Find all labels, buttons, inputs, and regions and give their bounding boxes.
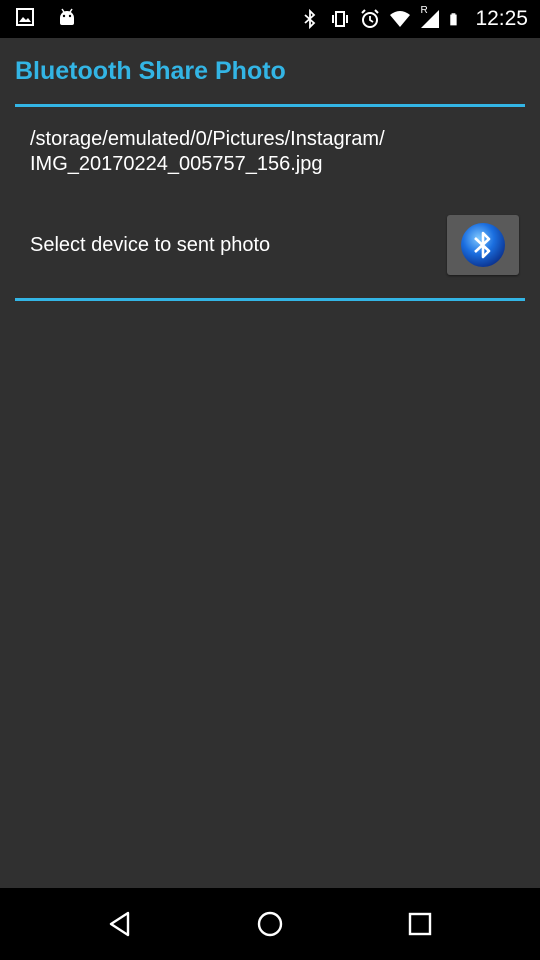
- android-notification-icon: [60, 8, 74, 25]
- alarm-icon: [361, 9, 380, 28]
- home-icon[interactable]: [254, 908, 286, 940]
- navigation-bar: [0, 888, 540, 960]
- bluetooth-icon: [461, 223, 505, 267]
- vibrate-icon: [332, 11, 349, 27]
- battery-icon: [450, 13, 458, 26]
- status-bar: R 12:25: [0, 0, 540, 38]
- select-device-label: Select device to sent photo: [30, 234, 271, 256]
- title-divider: [15, 104, 525, 107]
- signal-roaming-icon: R: [419, 5, 441, 30]
- back-icon[interactable]: [104, 908, 136, 940]
- image-notification-icon: [16, 8, 34, 26]
- clock: 12:25: [475, 7, 528, 30]
- bluetooth-select-button[interactable]: [447, 215, 519, 275]
- bluetooth-icon: [304, 8, 316, 30]
- content-divider: [15, 298, 525, 301]
- app-title: Bluetooth Share Photo: [15, 57, 286, 85]
- roaming-indicator: R: [420, 5, 428, 16]
- recents-icon[interactable]: [404, 908, 436, 940]
- file-path-text: /storage/emulated/0/Pictures/Instagram/ …: [30, 128, 385, 175]
- wifi-icon: [390, 11, 411, 27]
